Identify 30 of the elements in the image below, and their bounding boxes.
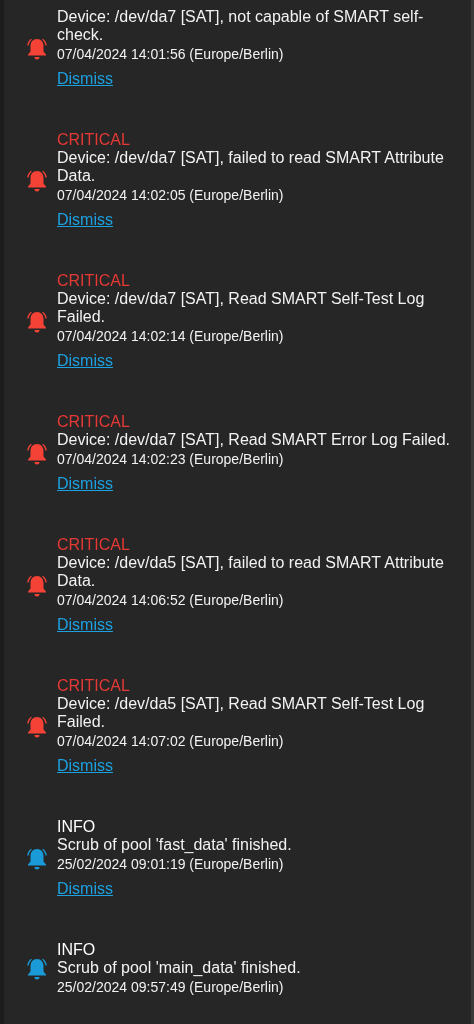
alert-message: Device: /dev/da5 [SAT], failed to read SMART Attribute Data. — [57, 554, 445, 590]
alert-timestamp: 25/02/2024 09:01:19 (Europe/Berlin) — [57, 855, 285, 873]
alert-message: Device: /dev/da5 [SAT], Read SMART Self-Test Log Failed. — [57, 695, 426, 731]
alert-timestamp: 25/02/2024 09:57:49 (Europe/Berlin) — [57, 978, 285, 996]
alert-level: INFO — [57, 818, 97, 836]
alert-level: CRITICAL — [57, 131, 131, 149]
alert-message: Scrub of pool 'main_data' finished. — [57, 959, 302, 977]
alert-level: INFO — [57, 941, 97, 959]
dismiss-link[interactable]: Dismiss — [57, 879, 113, 899]
alert-message: Device: /dev/da7 [SAT], not capable of SMART self-check. — [57, 8, 425, 44]
alert-timestamp: 07/04/2024 14:02:23 (Europe/Berlin) — [57, 450, 285, 468]
alert-level: CRITICAL — [57, 677, 131, 695]
dismiss-link[interactable]: Dismiss — [57, 210, 113, 230]
dismiss-link[interactable]: Dismiss — [57, 351, 113, 371]
alert-message: Device: /dev/da7 [SAT], failed to read SMART Attribute Data. — [57, 149, 445, 185]
alert-level: CRITICAL — [57, 536, 131, 554]
alert-level: CRITICAL — [57, 413, 131, 431]
alert-timestamp: 07/04/2024 14:02:05 (Europe/Berlin) — [57, 186, 285, 204]
dismiss-link[interactable]: Dismiss — [57, 69, 113, 89]
alert-timestamp: 07/04/2024 14:01:56 (Europe/Berlin) — [57, 45, 285, 63]
alert-timestamp: 07/04/2024 14:07:02 (Europe/Berlin) — [57, 732, 285, 750]
alert-timestamp: 07/04/2024 14:06:52 (Europe/Berlin) — [57, 591, 285, 609]
dismiss-link[interactable]: Dismiss — [57, 615, 113, 635]
dismiss-link[interactable]: Dismiss — [57, 756, 113, 776]
alert-message: Scrub of pool 'fast_data' finished. — [57, 836, 293, 854]
alert-message: Device: /dev/da7 [SAT], Read SMART Self-Test Log Failed. — [57, 290, 426, 326]
alert-message: Device: /dev/da7 [SAT], Read SMART Error Log Failed. — [57, 431, 451, 449]
dismiss-link[interactable]: Dismiss — [57, 474, 113, 494]
alert-timestamp: 07/04/2024 14:02:14 (Europe/Berlin) — [57, 327, 285, 345]
alert-level: CRITICAL — [57, 272, 131, 290]
